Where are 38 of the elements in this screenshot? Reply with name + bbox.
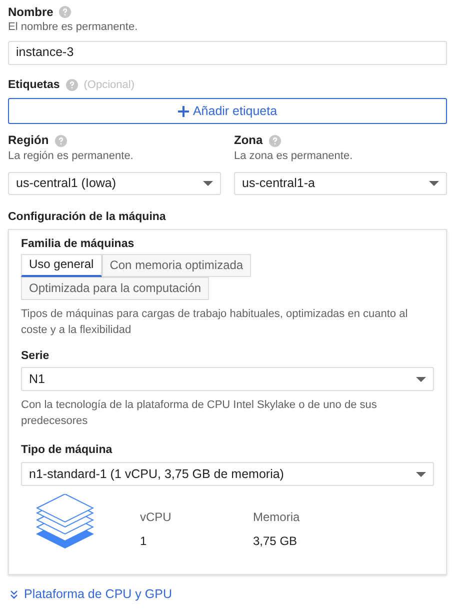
tab[interactable]: Optimizada para la computación bbox=[21, 276, 210, 300]
hint-text: La región es permanente. bbox=[8, 150, 134, 163]
spec-value: 1 bbox=[140, 534, 148, 548]
dropdown[interactable]: us-central1 (Iowa) bbox=[8, 172, 221, 195]
field-label: Tipo de máquina bbox=[21, 444, 114, 458]
caret-icon bbox=[416, 376, 426, 382]
field-label: Familia de máquinas bbox=[21, 238, 136, 252]
spec-value: 3,75 GB bbox=[253, 534, 298, 548]
plus-icon bbox=[178, 106, 189, 117]
hint-text: La zona es permanente. bbox=[234, 150, 354, 163]
expand-link[interactable]: Plataforma de CPU y GPU bbox=[10, 587, 172, 602]
optional-label: (Opcional) bbox=[84, 78, 135, 92]
help-icon[interactable] bbox=[66, 79, 78, 92]
help-icon[interactable] bbox=[54, 134, 67, 147]
field-label: Zona bbox=[234, 133, 263, 148]
field-label: Región bbox=[8, 133, 49, 148]
section-title: Configuración de la máquina bbox=[8, 210, 167, 225]
dropdown[interactable]: us-central1-a bbox=[234, 172, 447, 195]
field-label: Etiquetas bbox=[8, 78, 60, 92]
hint-text: El nombre es permanente. bbox=[8, 21, 139, 35]
double-chevron-icon bbox=[10, 590, 18, 600]
spec-label: Memoria bbox=[253, 510, 300, 525]
dropdown[interactable]: n1-standard-1 (1 vCPU, 3,75 GB de memoria) bbox=[21, 462, 434, 486]
field-label: Serie bbox=[21, 350, 50, 364]
add-label-button[interactable]: Añadir etiqueta bbox=[8, 98, 447, 124]
help-icon[interactable] bbox=[59, 6, 72, 18]
help-icon[interactable] bbox=[268, 134, 281, 147]
description-text: Con la tecnología de la plataforma de CPU Intel Skylake o de uno de sus predecesores bbox=[21, 398, 378, 430]
tab[interactable]: Uso general bbox=[21, 254, 102, 277]
caret-icon bbox=[416, 472, 426, 477]
spec-label: vCPU bbox=[140, 510, 172, 525]
field-label: Nombre bbox=[8, 5, 54, 20]
dropdown[interactable]: N1 bbox=[21, 367, 434, 392]
caret-icon bbox=[203, 180, 213, 186]
name-input-field[interactable]: instance-3 bbox=[8, 40, 447, 65]
description-text: Tipos de máquinas para cargas de trabajo habituales, optimizadas en cuanto al coste y a la flexibilidad bbox=[21, 306, 409, 338]
tab[interactable]: Con memoria optimizada bbox=[102, 254, 252, 277]
caret-icon bbox=[429, 180, 439, 186]
